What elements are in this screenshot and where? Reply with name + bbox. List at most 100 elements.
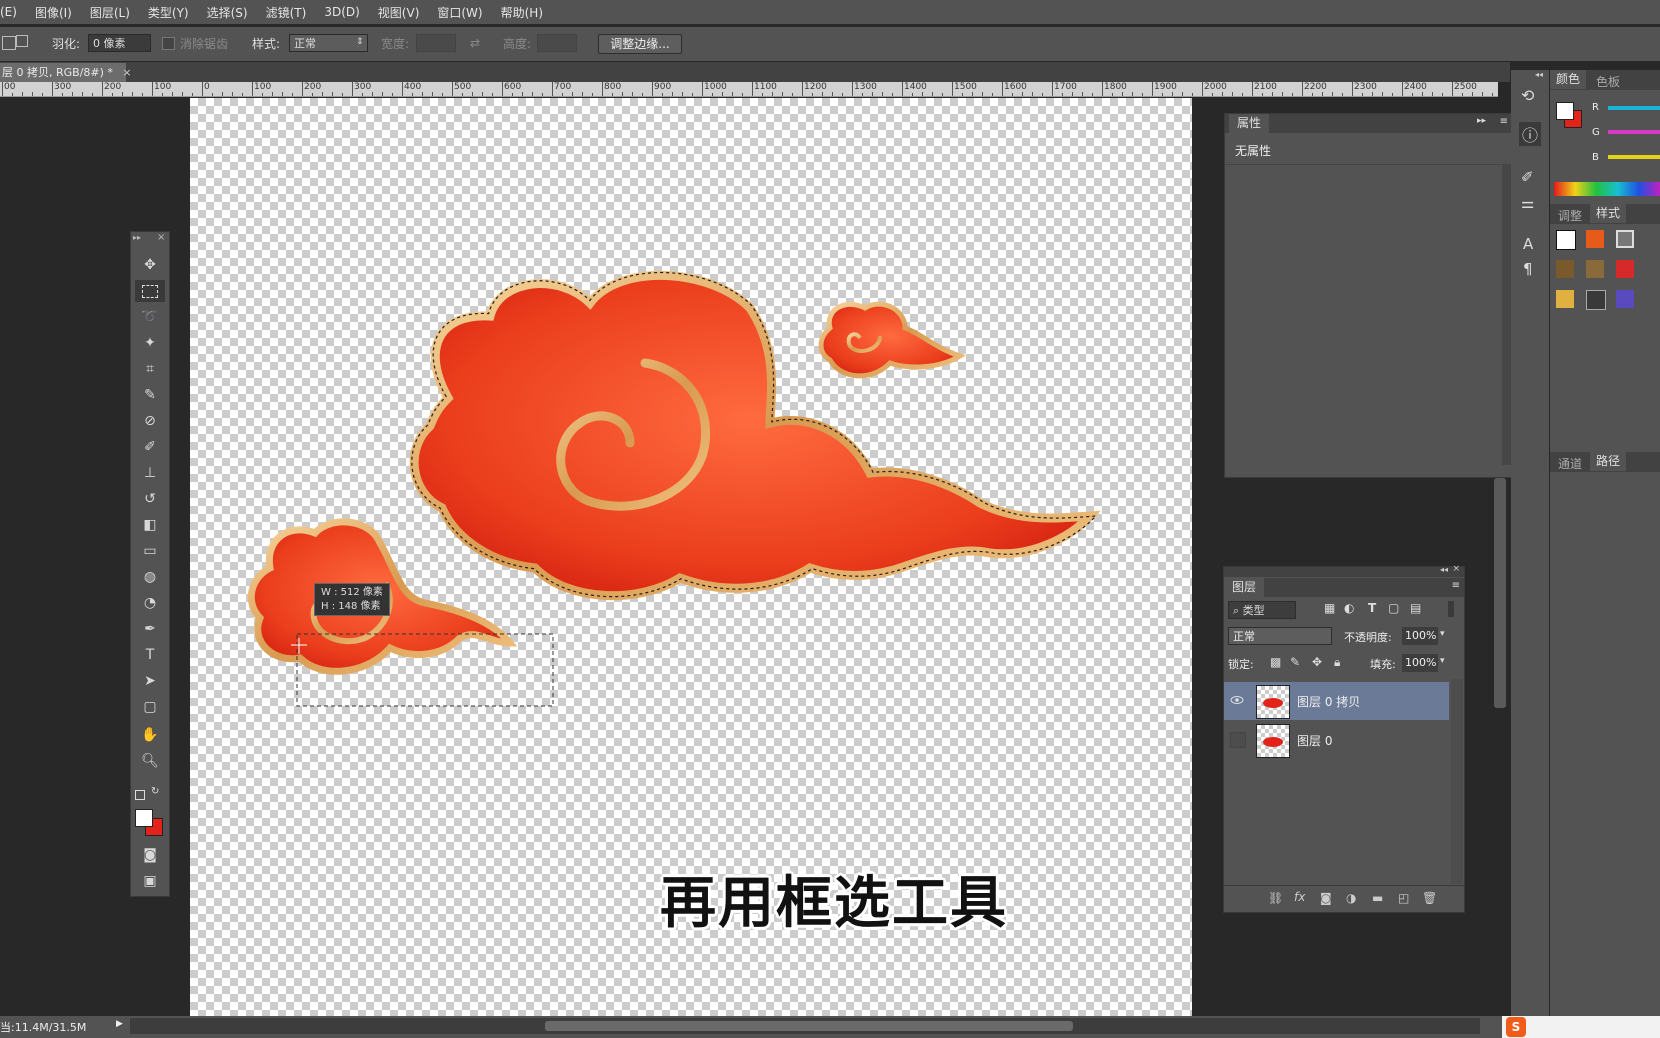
crop-tool-icon[interactable]: ⌗ (135, 358, 165, 380)
status-menu-icon[interactable]: ▶ (116, 1019, 123, 1029)
adjustment-filter-icon[interactable]: ◐ (1344, 601, 1354, 615)
style-swatch[interactable] (1556, 260, 1574, 278)
dock-scrollbar[interactable] (1494, 478, 1506, 708)
panel-menu-icon[interactable]: ≡ (1500, 116, 1508, 127)
channel-r-slider[interactable] (1608, 106, 1660, 110)
brush-tool-icon[interactable]: ✐ (135, 436, 165, 458)
tab-swatches[interactable]: 色板 (1596, 73, 1620, 90)
close-icon[interactable]: × (1452, 564, 1460, 574)
color-fg-swatch[interactable] (1556, 102, 1574, 120)
brush-preset-icon[interactable]: ⚌ (1521, 194, 1534, 212)
tab-properties[interactable]: 属性 (1229, 114, 1270, 133)
zoom-tool-icon[interactable]: 🔍︎ (135, 750, 165, 772)
history-brush-icon[interactable]: ↺ (135, 488, 165, 510)
paragraph-panel-icon[interactable]: ¶ (1523, 260, 1533, 278)
scrollbar-thumb[interactable] (545, 1021, 1073, 1031)
marquee-tool-icon[interactable] (135, 280, 165, 302)
menu-3d[interactable]: 3D(D) (315, 5, 368, 19)
blend-mode-select[interactable]: 正常 (1228, 627, 1332, 645)
filter-toggle[interactable] (1448, 601, 1454, 617)
style-swatch[interactable] (1586, 230, 1604, 248)
panel-collapse-icon[interactable]: ◂◂ (1535, 70, 1543, 79)
close-icon[interactable]: × (122, 66, 131, 79)
lock-transparency-icon[interactable]: ▩ (1270, 655, 1281, 669)
tab-adjustments[interactable]: 调整 (1558, 207, 1582, 224)
add-mask-icon[interactable]: ◙ (1320, 891, 1332, 905)
hand-tool-icon[interactable]: ✋ (135, 724, 165, 746)
height-input[interactable] (537, 34, 577, 52)
visibility-toggle[interactable] (1230, 732, 1246, 748)
link-layers-icon[interactable]: ⛓ (1268, 891, 1283, 905)
selection-mode-icon[interactable] (2, 36, 16, 50)
shape-tool-icon[interactable]: ▢ (135, 696, 165, 718)
smart-object-filter-icon[interactable]: ▤ (1410, 601, 1421, 615)
panel-collapse-icon[interactable]: ▸▸ (1477, 116, 1486, 126)
info-panel-icon[interactable]: ⓘ (1519, 122, 1542, 146)
brush-panel-icon[interactable]: ✐ (1521, 168, 1534, 186)
horizontal-scrollbar[interactable] (130, 1018, 1480, 1034)
layer-row[interactable]: 图层 0 (1224, 721, 1449, 759)
ime-toolbar[interactable]: S (1502, 1016, 1660, 1038)
menu-help[interactable]: 帮助(H) (492, 4, 552, 21)
quick-mask-icon[interactable]: ◙ (135, 844, 165, 866)
foreground-color-swatch[interactable] (135, 809, 153, 827)
layer-row[interactable]: 图层 0 拷贝 (1224, 682, 1449, 720)
type-filter-icon[interactable]: T (1368, 601, 1376, 615)
move-tool-icon[interactable]: ✥ (135, 254, 165, 276)
delete-layer-icon[interactable]: 🗑︎ (1422, 891, 1437, 905)
tab-layers[interactable]: 图层 (1224, 578, 1265, 597)
character-panel-icon[interactable]: A (1523, 235, 1533, 253)
fill-dropdown-icon[interactable]: ▾ (1440, 656, 1445, 666)
default-colors-icon[interactable] (135, 790, 145, 800)
adjustment-layer-icon[interactable]: ◑ (1346, 891, 1356, 905)
width-input[interactable] (416, 34, 456, 52)
style-swatch[interactable] (1616, 290, 1634, 308)
panel-collapse-icon[interactable]: ▸▸ (133, 233, 141, 242)
refine-edge-button[interactable]: 调整边缘... (598, 34, 682, 54)
lock-position-icon[interactable]: ✥ (1312, 655, 1322, 669)
path-selection-icon[interactable]: ➤ (135, 670, 165, 692)
panel-menu-icon[interactable]: ≡ (1452, 580, 1460, 591)
lasso-tool-icon[interactable]: ➰ (135, 306, 165, 328)
menu-select[interactable]: 选择(S) (198, 4, 257, 21)
opacity-input[interactable]: 100% (1402, 627, 1438, 645)
style-swatch[interactable] (1586, 260, 1604, 278)
magic-wand-icon[interactable]: ✦ (135, 332, 165, 354)
style-swatch[interactable] (1586, 290, 1606, 310)
style-swatch[interactable] (1616, 230, 1634, 248)
shape-filter-icon[interactable]: ▢ (1388, 601, 1399, 615)
clone-stamp-icon[interactable]: ⊥ (135, 462, 165, 484)
lock-all-icon[interactable]: 🔒︎ (1334, 655, 1340, 670)
spectrum-bar[interactable] (1554, 182, 1660, 196)
menu-type[interactable]: 类型(Y) (139, 4, 198, 21)
feather-input[interactable]: 0 像素 (88, 34, 151, 52)
style-swatch[interactable] (1556, 290, 1574, 308)
tab-paths[interactable]: 路径 (1590, 452, 1627, 471)
eraser-icon[interactable]: ◧ (135, 514, 165, 536)
history-panel-icon[interactable]: ⟲ (1521, 86, 1534, 105)
channel-b-slider[interactable] (1608, 155, 1660, 159)
menu-image[interactable]: 图像(I) (26, 4, 81, 21)
blur-tool-icon[interactable]: ◍ (135, 566, 165, 588)
menu-window[interactable]: 窗口(W) (428, 4, 491, 21)
eyedropper-icon[interactable]: ✎ (135, 384, 165, 406)
menu-view[interactable]: 视图(V) (369, 4, 429, 21)
document-tab[interactable]: 层 0 拷贝, RGB/8#) * × (0, 63, 132, 82)
add-selection-icon[interactable] (16, 35, 28, 47)
menu-layer[interactable]: 图层(L) (81, 4, 139, 21)
layers-scrollbar[interactable] (1451, 679, 1463, 884)
tab-styles[interactable]: 样式 (1590, 204, 1627, 223)
gradient-tool-icon[interactable]: ▭ (135, 540, 165, 562)
type-tool-icon[interactable]: T (135, 644, 165, 666)
image-filter-icon[interactable]: ▦ (1324, 601, 1335, 615)
close-icon[interactable]: × (157, 232, 165, 243)
style-swatch-none[interactable] (1556, 230, 1576, 250)
channel-g-slider[interactable] (1608, 130, 1660, 134)
lock-pixels-icon[interactable]: ✎ (1290, 655, 1300, 669)
panel-collapse-icon[interactable]: ◂◂ (1440, 565, 1448, 574)
swap-dimensions-icon[interactable]: ⇄ (470, 36, 480, 50)
opacity-dropdown-icon[interactable]: ▾ (1440, 629, 1445, 639)
menu-edit[interactable]: (E) (0, 5, 26, 19)
layer-style-icon[interactable]: fx (1294, 890, 1305, 904)
fill-input[interactable]: 100% (1402, 654, 1438, 672)
